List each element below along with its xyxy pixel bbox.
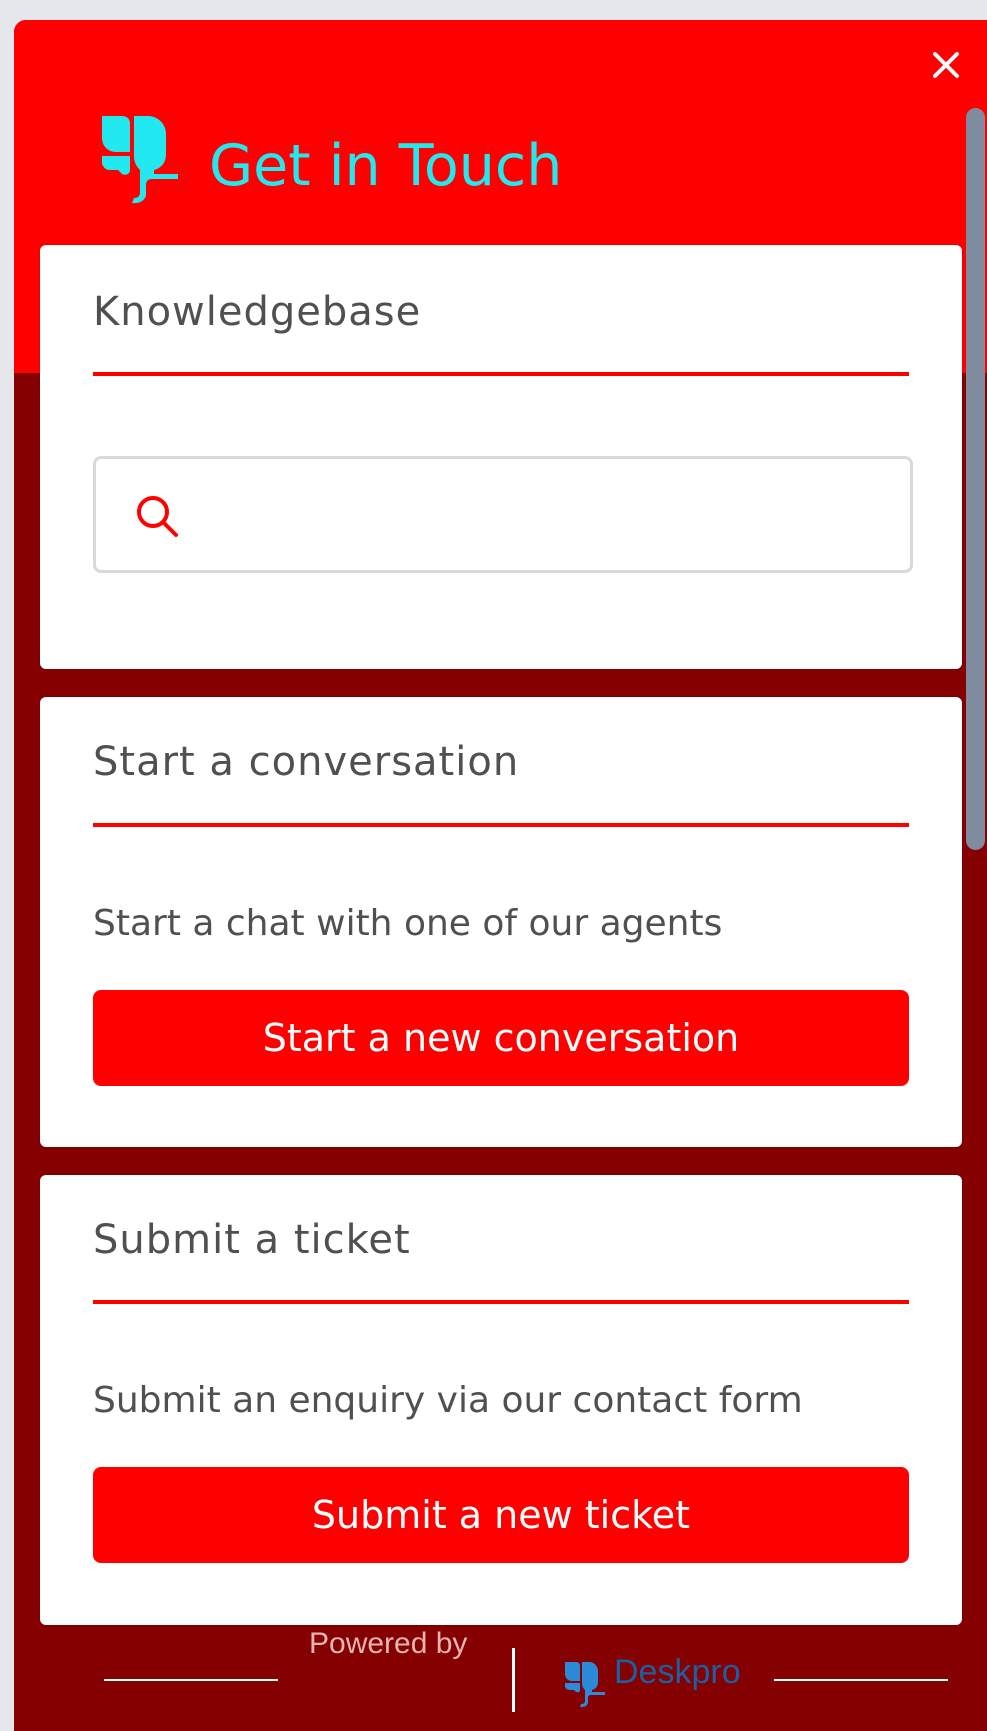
search-input[interactable] (206, 469, 900, 561)
ticket-underline (93, 1300, 909, 1304)
close-icon[interactable] (926, 45, 966, 85)
deskpro-logo-icon[interactable] (562, 1657, 612, 1711)
footer-line-left (104, 1679, 278, 1681)
search-box[interactable] (93, 456, 913, 573)
ticket-title: Submit a ticket (93, 1217, 411, 1263)
widget-title: Get in Touch (209, 133, 563, 199)
conversation-title: Start a conversation (93, 739, 520, 785)
footer-divider (512, 1648, 515, 1712)
conversation-underline (93, 823, 909, 827)
search-icon (137, 496, 178, 537)
conversation-card: Start a conversation Start a chat with o… (40, 697, 962, 1147)
footer-line-right (774, 1679, 948, 1681)
powered-by-label: Powered by (309, 1627, 468, 1660)
start-conversation-button[interactable]: Start a new conversation (93, 990, 909, 1086)
deskpro-elephant-icon (102, 116, 178, 204)
conversation-description: Start a chat with one of our agents (93, 903, 723, 944)
knowledgebase-underline (93, 372, 909, 376)
knowledgebase-card: Knowledgebase (40, 245, 962, 669)
close-button[interactable] (926, 45, 966, 85)
deskpro-brand-link[interactable]: Deskpro (614, 1653, 741, 1692)
knowledgebase-title: Knowledgebase (93, 289, 422, 335)
ticket-description: Submit an enquiry via our contact form (93, 1380, 803, 1421)
ticket-card: Submit a ticket Submit an enquiry via ou… (40, 1175, 962, 1625)
chat-widget: Get in Touch Knowledgebase Start a conve… (14, 20, 987, 1731)
submit-ticket-button[interactable]: Submit a new ticket (93, 1467, 909, 1563)
scrollbar-thumb[interactable] (966, 108, 985, 850)
